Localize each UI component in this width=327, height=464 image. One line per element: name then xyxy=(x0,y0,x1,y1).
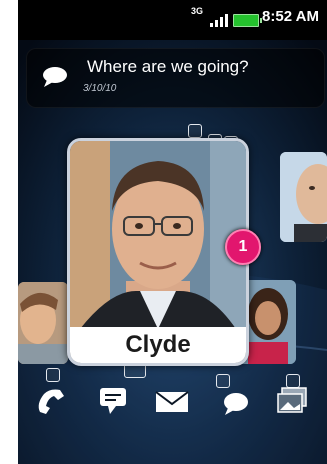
speech-bubble-icon xyxy=(43,67,67,87)
carousel-indicator xyxy=(188,124,202,138)
message-text: Where are we going? xyxy=(87,57,249,76)
clock: 8:52 AM xyxy=(262,8,319,25)
message-date: 3/10/10 xyxy=(83,83,117,94)
contact-photo-image xyxy=(280,152,327,242)
contact-photo xyxy=(70,141,246,329)
status-bar: 3G 8:52 AM xyxy=(18,0,327,40)
home-screen: 3G 8:52 AM Where are we going? 3/10/10 C… xyxy=(18,0,327,464)
chat-icon[interactable] xyxy=(216,386,252,416)
message-preview[interactable]: Where are we going? 3/10/10 xyxy=(26,48,325,108)
carousel-indicator xyxy=(46,368,60,382)
gallery-icon[interactable] xyxy=(276,386,312,416)
signal-icon xyxy=(210,14,228,27)
contact-photo[interactable] xyxy=(280,152,327,242)
mail-icon[interactable] xyxy=(154,386,190,416)
phone-icon[interactable] xyxy=(34,386,70,416)
contact-card[interactable]: Clyde xyxy=(67,138,249,366)
battery-icon xyxy=(233,14,262,27)
sms-icon[interactable] xyxy=(96,386,132,416)
unread-badge: 1 xyxy=(225,229,261,265)
contact-photo[interactable] xyxy=(18,282,68,364)
contact-photo-image xyxy=(18,282,68,364)
contact-name: Clyde xyxy=(70,327,246,363)
network-type: 3G xyxy=(191,6,204,16)
